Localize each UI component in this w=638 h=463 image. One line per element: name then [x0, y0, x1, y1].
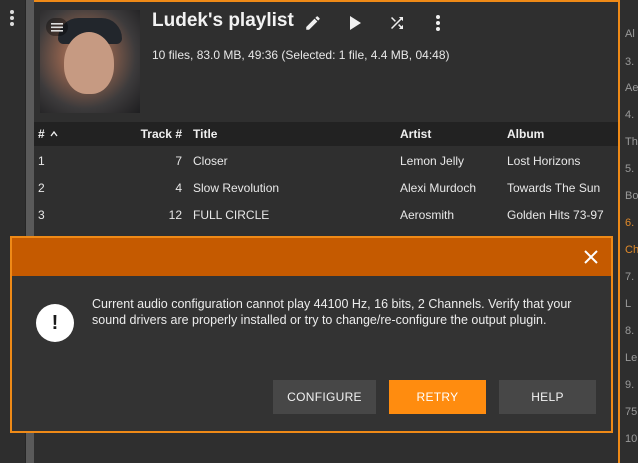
play-icon[interactable]: [344, 12, 366, 34]
retry-button[interactable]: RETRY: [389, 380, 486, 414]
list-item[interactable]: Ae: [625, 82, 638, 94]
column-header-artist[interactable]: Artist: [400, 122, 431, 146]
configure-button[interactable]: CONFIGURE: [273, 380, 376, 414]
playlist-stats: 10 files, 83.0 MB, 49:36 (Selected: 1 fi…: [152, 48, 450, 62]
edit-pencil-icon[interactable]: [302, 12, 324, 34]
list-icon[interactable]: [46, 18, 68, 36]
cell-album: Towards The Sun: [507, 181, 601, 195]
column-header-title[interactable]: Title: [193, 122, 217, 146]
list-item[interactable]: 10: [625, 433, 637, 445]
cell-album: Lost Horizons: [507, 154, 581, 168]
cell-artist: Aerosmith: [400, 208, 455, 222]
column-header-num[interactable]: #: [38, 122, 58, 146]
cell-track: 12: [168, 208, 182, 222]
list-item[interactable]: 6.: [625, 217, 634, 229]
column-header-album[interactable]: Album: [507, 122, 544, 146]
cell-num: 3: [38, 208, 45, 222]
shuffle-icon[interactable]: [386, 12, 408, 34]
dialog-header: [12, 238, 611, 276]
app-window: Ludek's playlist 10 files, 83.0 MB, 49:3…: [0, 0, 638, 463]
more-vert-icon[interactable]: [427, 12, 449, 34]
dialog-message: Current audio configuration cannot play …: [92, 297, 572, 327]
list-item[interactable]: 9.: [625, 379, 634, 391]
sort-ascending-icon: [50, 130, 58, 137]
alert-icon: !: [36, 304, 74, 342]
column-header-track[interactable]: Track #: [124, 122, 182, 146]
face-shape: [64, 32, 114, 94]
list-item[interactable]: 8.: [625, 325, 634, 337]
cell-album: Golden Hits 73-97: [507, 208, 604, 222]
list-item[interactable]: 4.: [625, 109, 634, 121]
close-icon[interactable]: [581, 247, 601, 267]
table-row[interactable]: 2 4 Slow Revolution Alexi Murdoch Toward…: [34, 175, 618, 202]
cell-title: Slow Revolution: [193, 181, 280, 195]
kebab-menu-icon[interactable]: [7, 8, 17, 28]
table-header: # Track # Title Artist Album: [34, 122, 618, 146]
cell-artist: Lemon Jelly: [400, 154, 465, 168]
list-item[interactable]: 7.: [625, 271, 634, 283]
table-row[interactable]: 1 7 Closer Lemon Jelly Lost Horizons: [34, 148, 618, 175]
help-button[interactable]: HELP: [499, 380, 596, 414]
cell-title: FULL CIRCLE: [193, 208, 270, 222]
playlist-title: Ludek's playlist: [152, 10, 294, 31]
cell-num: 2: [38, 181, 45, 195]
list-item[interactable]: 75: [625, 406, 637, 418]
list-item[interactable]: 5.: [625, 163, 634, 175]
error-dialog: ! Current audio configuration cannot pla…: [10, 236, 613, 433]
album-art: [40, 10, 140, 113]
table-row[interactable]: 3 12 FULL CIRCLE Aerosmith Golden Hits 7…: [34, 202, 618, 229]
cell-title: Closer: [193, 154, 228, 168]
right-playlist-strip: Al 3. Ae 4. Th 5. Bo 6. Ch 7. L 8. Le 9.…: [620, 0, 638, 463]
cell-track: 4: [175, 181, 182, 195]
list-item[interactable]: Ch: [625, 244, 638, 256]
list-item[interactable]: 3.: [625, 56, 634, 68]
list-item[interactable]: Le: [625, 352, 637, 364]
list-item[interactable]: Al: [625, 28, 635, 40]
list-item[interactable]: Th: [625, 136, 638, 148]
cell-track: 7: [175, 154, 182, 168]
list-item[interactable]: L: [625, 298, 631, 310]
cell-artist: Alexi Murdoch: [400, 181, 477, 195]
list-item[interactable]: Bo: [625, 190, 638, 202]
cell-num: 1: [38, 154, 45, 168]
